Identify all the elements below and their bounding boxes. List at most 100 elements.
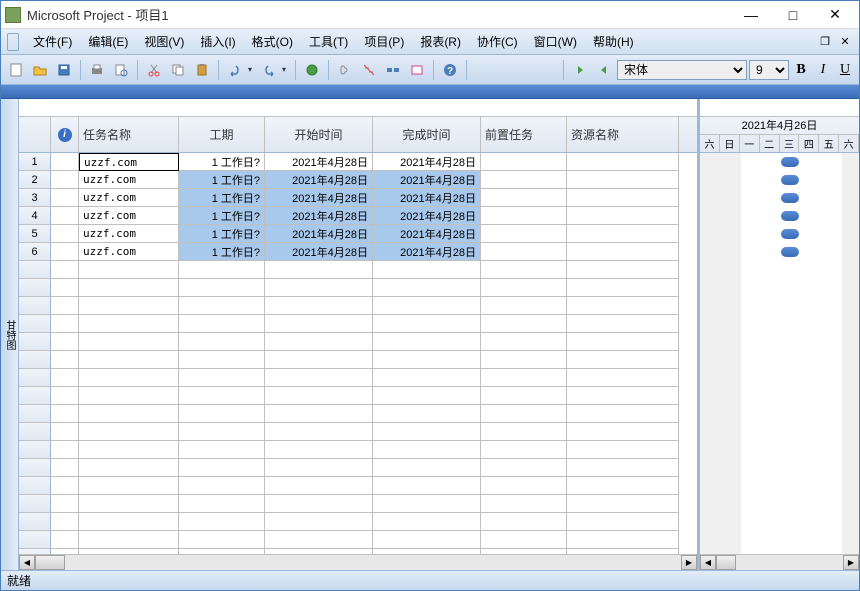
cell-finish[interactable] — [373, 369, 481, 387]
header-resource[interactable]: 资源名称 — [567, 117, 679, 152]
cell-info[interactable] — [51, 477, 79, 495]
menubar-grip[interactable] — [7, 33, 19, 51]
cell-duration[interactable] — [179, 495, 265, 513]
formula-bar[interactable] — [19, 99, 697, 117]
gantt-scroll-track[interactable] — [736, 555, 843, 570]
cell-pred[interactable] — [481, 441, 567, 459]
mdi-close-icon[interactable]: ✕ — [837, 35, 853, 49]
cell-duration[interactable] — [179, 297, 265, 315]
cell-resource[interactable] — [567, 171, 679, 189]
table-row[interactable]: 1uzzf.com1 工作日?2021年4月28日2021年4月28日 — [19, 153, 697, 171]
table-row[interactable] — [19, 369, 697, 387]
gantt-scroll-right[interactable]: ▶ — [843, 555, 859, 570]
bold-button[interactable]: B — [791, 60, 811, 80]
cell-name[interactable] — [79, 369, 179, 387]
row-number[interactable] — [19, 531, 51, 549]
cell-pred[interactable] — [481, 315, 567, 333]
cell-finish[interactable] — [373, 477, 481, 495]
menu-format[interactable]: 格式(O) — [244, 30, 301, 53]
cell-resource[interactable] — [567, 207, 679, 225]
table-row[interactable]: 4uzzf.com1 工作日?2021年4月28日2021年4月28日 — [19, 207, 697, 225]
cell-pred[interactable] — [481, 261, 567, 279]
table-row[interactable] — [19, 531, 697, 549]
cell-name[interactable] — [79, 315, 179, 333]
cell-start[interactable] — [265, 459, 373, 477]
gantt-bar[interactable] — [781, 193, 799, 203]
cell-start[interactable] — [265, 513, 373, 531]
cell-finish[interactable]: 2021年4月28日 — [373, 225, 481, 243]
cell-resource[interactable] — [567, 531, 679, 549]
cell-pred[interactable] — [481, 225, 567, 243]
cell-info[interactable] — [51, 243, 79, 261]
cell-info[interactable] — [51, 495, 79, 513]
cell-start[interactable]: 2021年4月28日 — [265, 225, 373, 243]
cell-duration[interactable]: 1 工作日? — [179, 189, 265, 207]
row-number[interactable]: 6 — [19, 243, 51, 261]
cell-duration[interactable] — [179, 315, 265, 333]
new-button[interactable] — [5, 59, 27, 81]
row-number[interactable] — [19, 441, 51, 459]
header-name[interactable]: 任务名称 — [79, 117, 179, 152]
cell-pred[interactable] — [481, 189, 567, 207]
cell-info[interactable] — [51, 333, 79, 351]
cell-info[interactable] — [51, 315, 79, 333]
link-tasks-button[interactable] — [334, 59, 356, 81]
cell-start[interactable] — [265, 315, 373, 333]
split-task-button[interactable] — [382, 59, 404, 81]
undo-button[interactable] — [224, 59, 246, 81]
unlink-tasks-button[interactable] — [358, 59, 380, 81]
maximize-button[interactable]: □ — [773, 4, 813, 26]
cell-resource[interactable] — [567, 441, 679, 459]
copy-button[interactable] — [167, 59, 189, 81]
cell-finish[interactable]: 2021年4月28日 — [373, 189, 481, 207]
row-number[interactable] — [19, 297, 51, 315]
cell-start[interactable] — [265, 423, 373, 441]
cell-resource[interactable] — [567, 495, 679, 513]
cell-name[interactable] — [79, 333, 179, 351]
cell-resource[interactable] — [567, 261, 679, 279]
cell-finish[interactable] — [373, 333, 481, 351]
cell-name[interactable] — [79, 495, 179, 513]
menu-window[interactable]: 窗口(W) — [526, 30, 585, 53]
table-row[interactable] — [19, 441, 697, 459]
cell-resource[interactable] — [567, 297, 679, 315]
table-row[interactable] — [19, 261, 697, 279]
cell-finish[interactable] — [373, 315, 481, 333]
cell-finish[interactable] — [373, 495, 481, 513]
row-number[interactable] — [19, 477, 51, 495]
table-row[interactable] — [19, 333, 697, 351]
row-number[interactable] — [19, 495, 51, 513]
redo-button[interactable] — [258, 59, 280, 81]
cell-finish[interactable]: 2021年4月28日 — [373, 171, 481, 189]
cell-start[interactable] — [265, 531, 373, 549]
cell-duration[interactable] — [179, 387, 265, 405]
cell-duration[interactable]: 1 工作日? — [179, 207, 265, 225]
cell-name[interactable] — [79, 477, 179, 495]
table-row[interactable] — [19, 477, 697, 495]
cell-duration[interactable] — [179, 423, 265, 441]
cell-name[interactable] — [79, 531, 179, 549]
cell-duration[interactable] — [179, 369, 265, 387]
link-button[interactable] — [301, 59, 323, 81]
grid-scroll-h[interactable]: ◀ ▶ — [19, 554, 697, 570]
table-row[interactable] — [19, 279, 697, 297]
cell-finish[interactable] — [373, 261, 481, 279]
cell-info[interactable] — [51, 441, 79, 459]
open-button[interactable] — [29, 59, 51, 81]
cell-name[interactable] — [79, 459, 179, 477]
menu-insert[interactable]: 插入(I) — [192, 30, 243, 53]
cell-info[interactable] — [51, 207, 79, 225]
cell-pred[interactable] — [481, 279, 567, 297]
table-row[interactable] — [19, 495, 697, 513]
gantt-bar[interactable] — [781, 175, 799, 185]
cell-duration[interactable]: 1 工作日? — [179, 153, 265, 171]
row-number[interactable] — [19, 513, 51, 531]
row-number[interactable]: 2 — [19, 171, 51, 189]
cell-name[interactable] — [79, 423, 179, 441]
cell-duration[interactable] — [179, 333, 265, 351]
table-row[interactable]: 2uzzf.com1 工作日?2021年4月28日2021年4月28日 — [19, 171, 697, 189]
cell-pred[interactable] — [481, 297, 567, 315]
cell-info[interactable] — [51, 153, 79, 171]
task-info-button[interactable] — [406, 59, 428, 81]
cell-finish[interactable] — [373, 459, 481, 477]
